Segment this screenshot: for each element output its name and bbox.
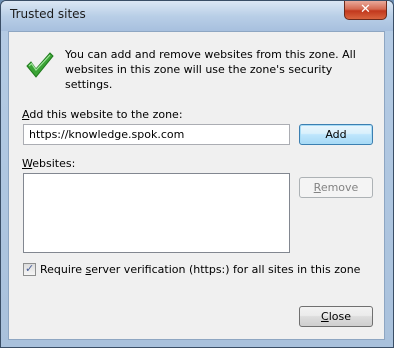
checkbox-check-icon: ✓ bbox=[25, 262, 35, 275]
zone-description: You can add and remove websites from thi… bbox=[65, 48, 356, 91]
title-bar[interactable]: Trusted sites ✕ bbox=[1, 1, 393, 31]
window-close-button[interactable]: ✕ bbox=[344, 1, 387, 20]
close-button[interactable]: Close bbox=[299, 306, 373, 327]
trusted-sites-dialog: Trusted sites ✕ You can add and remove w… bbox=[0, 0, 394, 348]
server-verification-checkbox[interactable]: ✓ bbox=[23, 262, 36, 276]
add-button[interactable]: Add bbox=[299, 124, 373, 145]
websites-list[interactable] bbox=[23, 173, 290, 253]
dialog-body: You can add and remove websites from thi… bbox=[8, 31, 385, 340]
checkmark-icon bbox=[26, 52, 54, 78]
remove-button[interactable]: Remove bbox=[299, 177, 373, 198]
close-icon: ✕ bbox=[360, 2, 371, 17]
window-title: Trusted sites bbox=[10, 7, 86, 21]
websites-label: Websites: bbox=[22, 157, 76, 170]
server-verification-label[interactable]: Require server verification (https:) for… bbox=[40, 263, 360, 276]
website-url-input[interactable] bbox=[23, 124, 290, 145]
add-website-label: Add this website to the zone: bbox=[22, 108, 183, 121]
